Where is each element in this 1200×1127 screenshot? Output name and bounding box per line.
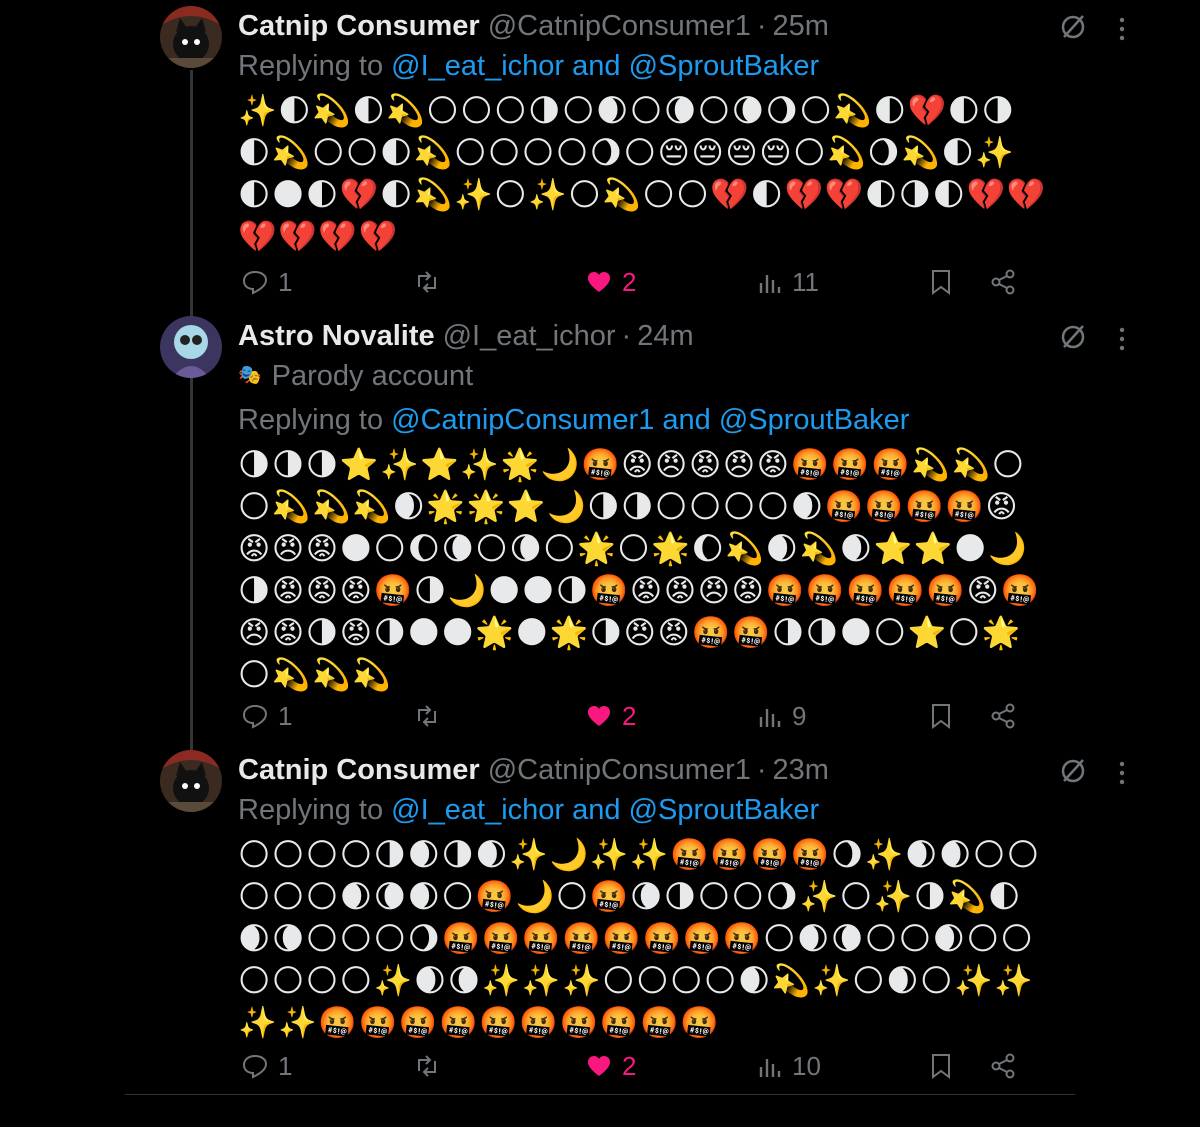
views-button[interactable]: 10 [758, 1046, 821, 1086]
bookmark-icon [932, 704, 950, 729]
separator-dot: · [756, 754, 767, 786]
display-name[interactable]: Catnip Consumer [238, 6, 480, 46]
views-button[interactable]: 9 [758, 696, 806, 736]
reply-button[interactable]: 1 [242, 1046, 292, 1086]
reply-count: 1 [278, 700, 293, 731]
replying-prefix: Replying to [238, 794, 392, 826]
bookmark-button[interactable] [930, 1046, 962, 1086]
reply-mentions-link[interactable]: @CatnipConsumer1 and @SproutBaker [391, 404, 909, 436]
thread-line [190, 70, 193, 760]
reply-icon [242, 270, 268, 295]
retweet-icon [418, 705, 436, 727]
more-icon[interactable] [1112, 14, 1132, 44]
display-name[interactable]: Astro Novalite [238, 316, 435, 356]
like-count: 2 [622, 266, 637, 297]
user-handle[interactable]: @CatnipConsumer1 [488, 750, 751, 790]
avatar[interactable] [160, 6, 222, 68]
replying-to: Replying to @I_eat_ichor and @SproutBake… [238, 790, 1038, 830]
timestamp[interactable]: 24m [637, 316, 693, 356]
action-bar: 1 2 10 [238, 1046, 1038, 1086]
grok-icon[interactable] [1058, 12, 1088, 42]
reply-mentions-link[interactable]: @I_eat_ichor and @SproutBaker [391, 794, 819, 826]
views-icon [759, 709, 781, 727]
heart-icon [588, 706, 610, 726]
share-button[interactable] [990, 696, 1026, 736]
tweet-text: 🌗🌗🌗⭐✨⭐✨🌟🌙🤬😡😠😡😠😡🤬🤬🤬💫💫🌕🌕💫💫💫🌒🌟🌟⭐🌙🌗🌗🌕🌕🌕🌕🌒🤬🤬🤬… [238, 447, 1041, 693]
reply-button[interactable]: 1 [242, 262, 292, 302]
divider [125, 1094, 1075, 1095]
timestamp[interactable]: 25m [773, 6, 829, 46]
reply-mentions-link[interactable]: @I_eat_ichor and @SproutBaker [391, 50, 819, 82]
heart-icon [588, 272, 610, 292]
more-icon[interactable] [1112, 324, 1132, 354]
grok-icon[interactable] [1058, 756, 1088, 786]
action-bar: 1 2 11 [238, 262, 1038, 302]
views-count: 11 [792, 266, 819, 297]
like-count: 2 [622, 1050, 637, 1081]
reply-button[interactable]: 1 [242, 696, 292, 736]
retweet-button[interactable] [414, 1046, 450, 1086]
avatar[interactable] [160, 316, 222, 378]
user-handle[interactable]: @I_eat_ichor [443, 316, 616, 356]
separator-dot: · [621, 320, 632, 352]
tweet-text: ✨🌓💫🌓💫🌕🌕🌕🌗🌕🌒🌕🌘🌕🌘🌖🌕💫🌓💔🌓🌗🌓💫🌕🌕🌓💫🌕🌕🌕🌕🌖🌕😔😔😔😔🌕💫… [238, 93, 1047, 255]
views-button[interactable]: 11 [758, 262, 819, 302]
views-icon [759, 1059, 781, 1077]
like-button[interactable]: 2 [586, 262, 636, 302]
action-bar: 1 2 9 [238, 696, 1038, 736]
parody-label: 🎭 Parody account [238, 356, 1038, 396]
share-icon [991, 703, 1015, 729]
more-icon[interactable] [1112, 758, 1132, 788]
like-count: 2 [622, 700, 637, 731]
replying-prefix: Replying to [238, 404, 392, 436]
reply-count: 1 [278, 1050, 293, 1081]
retweet-button[interactable] [414, 262, 450, 302]
reply-count: 1 [278, 266, 293, 297]
reply-icon [242, 1054, 268, 1079]
like-button[interactable]: 2 [586, 1046, 636, 1086]
avatar[interactable] [160, 750, 222, 812]
retweet-icon [418, 1055, 436, 1077]
display-name[interactable]: Catnip Consumer [238, 750, 480, 790]
replying-to: Replying to @CatnipConsumer1 and @Sprout… [238, 400, 1038, 440]
separator-dot: · [756, 10, 767, 42]
bookmark-icon [932, 270, 950, 295]
tweet-text: 🌕🌕🌕🌕🌗🌒🌗🌒✨🌙✨✨🤬🤬🤬🤬🌖✨🌒🌒🌕🌕🌕🌕🌕🌒🌘🌒🌕🤬🌙🌕🤬🌘🌗🌕🌕🌖✨🌕… [238, 837, 1041, 1041]
parody-mask-icon: 🎭 [238, 365, 262, 386]
views-count: 9 [792, 700, 807, 731]
retweet-icon [418, 271, 436, 293]
share-button[interactable] [990, 262, 1026, 302]
timestamp[interactable]: 23m [773, 750, 829, 790]
reply-icon [242, 704, 268, 729]
views-icon [759, 275, 781, 293]
grok-icon[interactable] [1058, 322, 1088, 352]
replying-to: Replying to @I_eat_ichor and @SproutBake… [238, 46, 1038, 86]
replying-prefix: Replying to [238, 50, 392, 82]
share-icon [991, 1053, 1015, 1079]
retweet-button[interactable] [414, 696, 450, 736]
heart-icon [588, 1056, 610, 1076]
share-icon [991, 269, 1015, 295]
bookmark-button[interactable] [930, 262, 962, 302]
bookmark-button[interactable] [930, 696, 962, 736]
share-button[interactable] [990, 1046, 1026, 1086]
views-count: 10 [792, 1050, 821, 1081]
parody-text: Parody account [271, 360, 474, 392]
bookmark-icon [932, 1054, 950, 1079]
user-handle[interactable]: @CatnipConsumer1 [488, 6, 751, 46]
like-button[interactable]: 2 [586, 696, 636, 736]
